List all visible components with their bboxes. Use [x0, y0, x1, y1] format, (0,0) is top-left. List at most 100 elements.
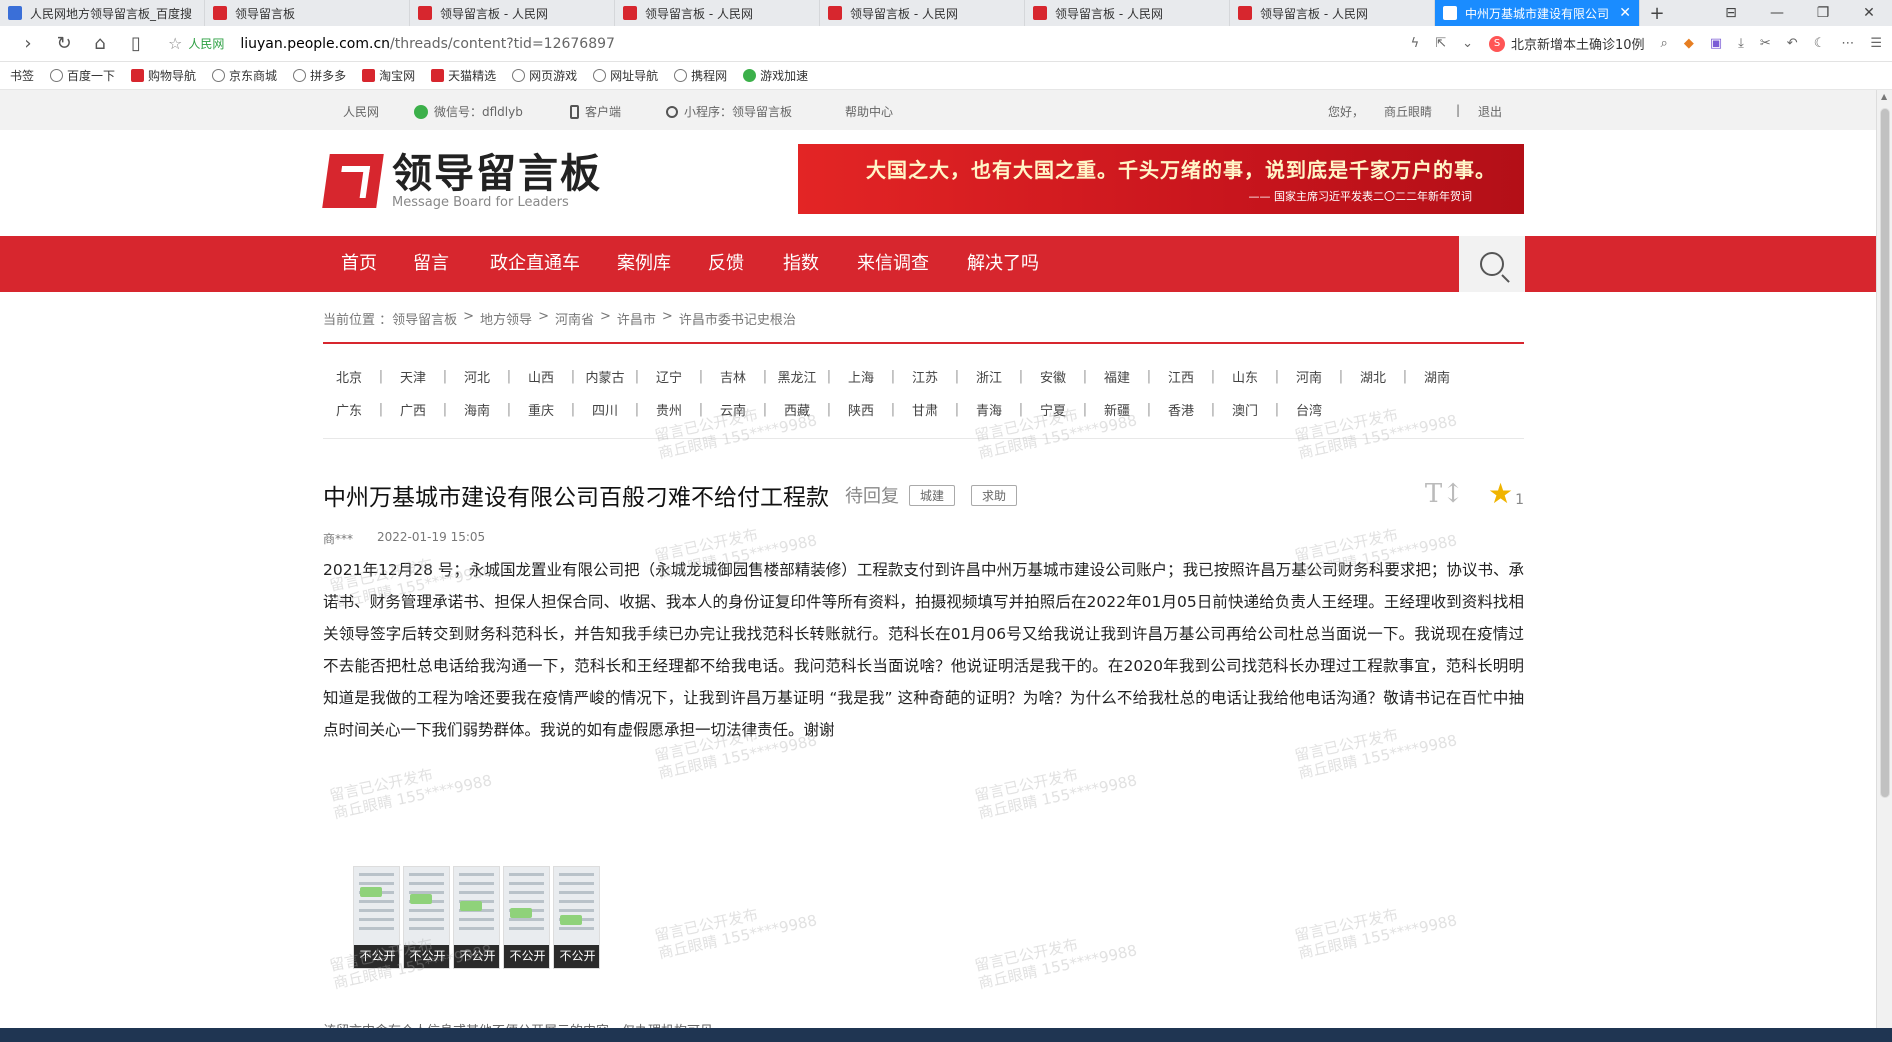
- main-nav-item[interactable]: 指数: [783, 236, 819, 292]
- region-item[interactable]: 河南 |: [1283, 367, 1347, 386]
- close-tab-icon[interactable]: ✕: [1619, 5, 1631, 21]
- new-tab-button[interactable]: +: [1640, 0, 1674, 26]
- attachment-thumbnail[interactable]: 不公开: [403, 866, 450, 969]
- region-item[interactable]: 重庆 |: [515, 400, 579, 419]
- region-item[interactable]: 江苏 |: [899, 367, 963, 386]
- region-item[interactable]: 贵州 |: [643, 400, 707, 419]
- region-item[interactable]: 北京 |: [323, 367, 387, 386]
- region-item[interactable]: 河北 |: [451, 367, 515, 386]
- region-item[interactable]: 青海 |: [963, 400, 1027, 419]
- user-link[interactable]: 商丘眼睛: [1384, 103, 1432, 120]
- bookmark-item[interactable]: 淘宝网: [362, 67, 415, 84]
- breadcrumb-item[interactable]: 许昌市: [617, 309, 656, 328]
- region-item[interactable]: 甘肃 |: [899, 400, 963, 419]
- region-item[interactable]: 上海 |: [835, 367, 899, 386]
- favorite-button[interactable]: ★ 1: [1488, 480, 1524, 509]
- region-item[interactable]: 福建 |: [1091, 367, 1155, 386]
- client-link[interactable]: 客户端: [570, 103, 621, 120]
- main-nav-item[interactable]: 首页: [341, 236, 377, 292]
- browser-tab[interactable]: 领导留言板 - 人民网: [410, 0, 615, 26]
- main-nav-item[interactable]: 来信调查: [857, 236, 929, 292]
- pin-icon[interactable]: ⊟: [1708, 5, 1754, 21]
- night-mode-icon[interactable]: ☾: [1814, 36, 1826, 51]
- region-item[interactable]: 台湾: [1283, 400, 1335, 419]
- game-icon[interactable]: ◆: [1684, 36, 1694, 51]
- region-item[interactable]: 西藏 |: [771, 400, 835, 419]
- browser-tab[interactable]: 领导留言板 - 人民网: [615, 0, 820, 26]
- region-item[interactable]: 四川 |: [579, 400, 643, 419]
- logout-link[interactable]: 退出: [1478, 103, 1502, 120]
- bookmark-star-icon[interactable]: ☆: [168, 34, 182, 53]
- main-nav-item[interactable]: 案例库: [617, 236, 671, 292]
- more-icon[interactable]: ⋯: [1841, 36, 1854, 51]
- help-link[interactable]: 帮助中心: [845, 103, 893, 120]
- page-scrollbar[interactable]: ▲: [1876, 90, 1892, 1028]
- scroll-up-icon[interactable]: ▲: [1881, 92, 1887, 101]
- main-nav-item[interactable]: 留言: [413, 236, 449, 292]
- bookmark-item[interactable]: 携程网: [674, 67, 727, 84]
- site-logo[interactable]: 领导留言板 Message Board for Leaders: [322, 152, 602, 210]
- cut-icon[interactable]: ✂: [1760, 36, 1771, 51]
- breadcrumb-item[interactable]: 当前位置 ：领导留言板: [323, 309, 457, 328]
- header-banner[interactable]: 大国之大，也有大国之重。千头万绪的事，说到底是千家万户的事。 —— 国家主席习近…: [798, 144, 1524, 214]
- close-window-button[interactable]: ✕: [1846, 5, 1892, 21]
- url-field[interactable]: liuyan.people.com.cn/threads/content?tid…: [240, 36, 615, 52]
- search-hint[interactable]: S 北京新增本土确诊10例: [1489, 34, 1645, 53]
- browser-tab[interactable]: 领导留言板: [205, 0, 410, 26]
- bookmark-item[interactable]: 百度一下: [50, 67, 115, 84]
- region-item[interactable]: 安徽 |: [1027, 367, 1091, 386]
- browser-tab[interactable]: 人民网地方领导留言板_百度搜: [0, 0, 205, 26]
- browser-tab[interactable]: 领导留言板 - 人民网: [820, 0, 1025, 26]
- attachment-thumbnail[interactable]: 不公开: [453, 866, 500, 969]
- bookmark-item[interactable]: 网址导航: [593, 67, 658, 84]
- region-item[interactable]: 湖南: [1411, 367, 1463, 386]
- region-item[interactable]: 广东 |: [323, 400, 387, 419]
- share-icon[interactable]: ⇱: [1435, 36, 1446, 51]
- breadcrumb-item[interactable]: 地方领导: [480, 309, 532, 328]
- region-item[interactable]: 广西 |: [387, 400, 451, 419]
- lightning-icon[interactable]: ϟ: [1411, 36, 1420, 51]
- region-item[interactable]: 辽宁 |: [643, 367, 707, 386]
- chevron-down-icon[interactable]: ⌄: [1462, 36, 1473, 51]
- reload-button[interactable]: ↻: [46, 33, 82, 54]
- region-item[interactable]: 浙江 |: [963, 367, 1027, 386]
- wechat-link[interactable]: 微信号：dfldlyb: [414, 103, 523, 120]
- region-item[interactable]: 澳门 |: [1219, 400, 1283, 419]
- forward-button[interactable]: ›: [10, 33, 46, 54]
- main-nav-item[interactable]: 反馈: [708, 236, 744, 292]
- tag-category[interactable]: 城建: [909, 484, 956, 506]
- browser-tab[interactable]: 领导留言板 - 人民网: [1025, 0, 1230, 26]
- region-item[interactable]: 香港 |: [1155, 400, 1219, 419]
- region-item[interactable]: 陕西 |: [835, 400, 899, 419]
- undo-icon[interactable]: ↶: [1787, 36, 1798, 51]
- region-item[interactable]: 江西 |: [1155, 367, 1219, 386]
- menu-icon[interactable]: ☰: [1870, 36, 1882, 51]
- bookmark-item[interactable]: 拼多多: [293, 67, 346, 84]
- site-search-button[interactable]: [1459, 236, 1525, 292]
- search-icon[interactable]: ⌕: [1661, 36, 1668, 51]
- bookmark-item[interactable]: 天猫精选: [431, 67, 496, 84]
- bookmark-item[interactable]: 京东商城: [212, 67, 277, 84]
- region-item[interactable]: 内蒙古 |: [579, 367, 643, 386]
- breadcrumb-item[interactable]: 河南省: [555, 309, 594, 328]
- miniapp-link[interactable]: 小程序：领导留言板: [666, 103, 792, 120]
- attachment-thumbnail[interactable]: 不公开: [503, 866, 550, 969]
- browser-tab[interactable]: 领导留言板 - 人民网: [1230, 0, 1435, 26]
- bookmarks-folder[interactable]: 书签: [10, 67, 34, 84]
- restore-button[interactable]: ❐: [1800, 5, 1846, 21]
- download-icon[interactable]: ⤓: [1738, 36, 1744, 51]
- region-item[interactable]: 湖北 |: [1347, 367, 1411, 386]
- tag-type[interactable]: 求助: [971, 484, 1018, 506]
- region-item[interactable]: 云南 |: [707, 400, 771, 419]
- browser-tab[interactable]: 中州万基城市建设有限公司 ✕: [1435, 0, 1640, 26]
- bookmark-item[interactable]: 购物导航: [131, 67, 196, 84]
- region-item[interactable]: 山西 |: [515, 367, 579, 386]
- region-item[interactable]: 天津 |: [387, 367, 451, 386]
- attachment-thumbnail[interactable]: 不公开: [553, 866, 600, 969]
- region-item[interactable]: 山东 |: [1219, 367, 1283, 386]
- main-nav-item[interactable]: 政企直通车: [490, 236, 580, 292]
- region-item[interactable]: 海南 |: [451, 400, 515, 419]
- bookmark-item[interactable]: 游戏加速: [743, 67, 808, 84]
- attachment-thumbnail[interactable]: 不公开: [353, 866, 400, 969]
- region-item[interactable]: 黑龙江 |: [771, 367, 835, 386]
